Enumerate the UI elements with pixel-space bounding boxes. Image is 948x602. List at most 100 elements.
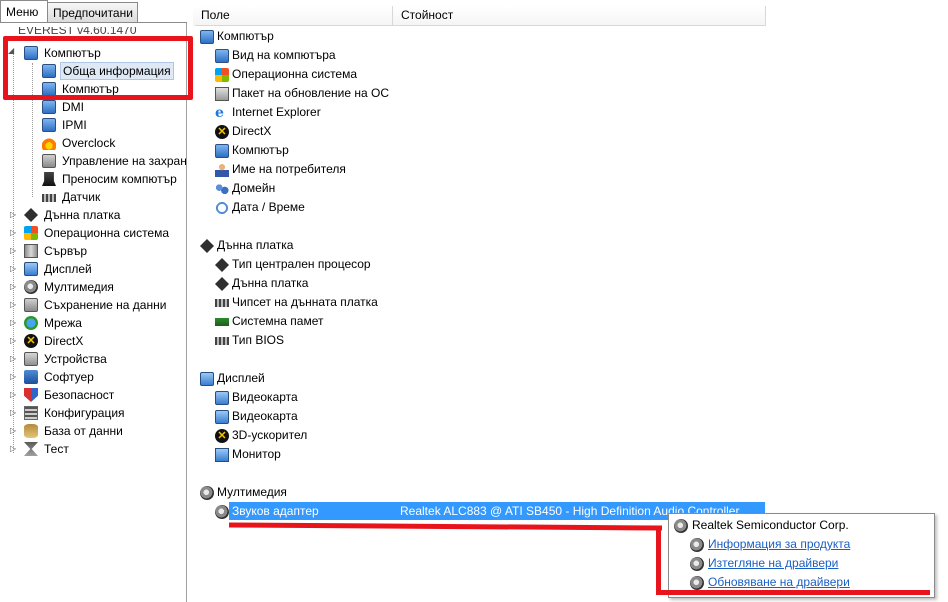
expand-arrow-icon[interactable]: ▷ — [10, 229, 16, 237]
directx-icon: ✕ — [215, 125, 229, 139]
column-header-value[interactable]: Стойност — [393, 6, 766, 26]
annotation-line — [656, 590, 930, 595]
hourglass-icon — [24, 442, 38, 456]
devices-icon — [24, 352, 38, 366]
computer-icon — [42, 100, 56, 114]
popup-title: Realtek Semiconductor Corp. — [692, 518, 849, 532]
tab-favorites[interactable]: Предпочитани — [47, 2, 138, 22]
tree-item-label: Мултимедия — [44, 280, 114, 294]
field-label: Пакет на обновление на ОС — [232, 86, 390, 100]
group-title: Мултимедия — [217, 485, 287, 499]
cpu-icon — [215, 258, 229, 272]
manufacturer-popup: Realtek Semiconductor Corp. Информация з… — [668, 513, 935, 598]
ram-icon — [215, 318, 229, 326]
expand-arrow-icon[interactable]: ▷ — [10, 337, 16, 345]
field-label: Име на потребителя — [232, 162, 346, 176]
expand-arrow-icon[interactable]: ▷ — [10, 265, 16, 273]
field-label: 3D-ускорител — [232, 428, 308, 442]
tree-item-label: Операционна система — [44, 226, 170, 240]
expand-arrow-icon[interactable]: ▷ — [10, 409, 16, 417]
update-icon — [215, 87, 229, 101]
computer-icon — [215, 49, 229, 63]
tree-item-label: Сървър — [44, 244, 87, 258]
database-icon — [24, 424, 38, 438]
tree-item-label: DirectX — [44, 334, 84, 348]
field-label: Операционна система — [232, 67, 358, 81]
tree-item-label: Преносим компютър — [62, 172, 177, 186]
tree-item-label: Дисплей — [44, 262, 92, 276]
software-icon — [24, 370, 38, 384]
field-label: DirectX — [232, 124, 272, 138]
expand-arrow-icon[interactable]: ▷ — [10, 247, 16, 255]
tree-item-label: Дънна платка — [44, 208, 121, 222]
expand-arrow-icon[interactable]: ▷ — [10, 355, 16, 363]
tree-item-label: Overclock — [62, 136, 116, 150]
expand-arrow-icon[interactable]: ▷ — [10, 301, 16, 309]
windows-icon — [215, 68, 229, 82]
tree-item-label: DMI — [62, 100, 84, 114]
multimedia-icon — [24, 280, 38, 294]
directx-icon: ✕ — [24, 334, 38, 348]
navigation-tree: EVEREST v4.60.1470 ◢ Компютър Обща инфор… — [0, 23, 187, 602]
tree-item-label: IPMI — [62, 118, 87, 132]
field-label: Монитор — [232, 447, 281, 461]
header-divider — [195, 25, 765, 26]
tree-item-label: Устройства — [44, 352, 107, 366]
directx-icon: ✕ — [215, 429, 229, 443]
tree-item-label: Мрежа — [44, 316, 82, 330]
computer-icon — [215, 144, 229, 158]
field-label: Тип централен процесор — [232, 257, 371, 271]
expand-arrow-icon[interactable]: ▷ — [10, 211, 16, 219]
chip-icon — [215, 299, 229, 307]
config-icon — [24, 406, 38, 420]
tab-menu[interactable]: Меню — [0, 0, 48, 22]
tree-item-label: Конфигурация — [44, 406, 125, 420]
field-label: Домейн — [232, 181, 276, 195]
expand-arrow-icon[interactable]: ▷ — [10, 283, 16, 291]
expand-arrow-icon[interactable]: ▷ — [10, 319, 16, 327]
field-label: Internet Explorer — [232, 105, 321, 119]
expand-arrow-icon[interactable]: ▷ — [10, 391, 16, 399]
expand-arrow-icon[interactable]: ▷ — [10, 445, 16, 453]
column-header-field[interactable]: Поле — [193, 6, 393, 26]
display-icon — [200, 372, 214, 386]
field-label: Чипсет на дънната платка — [232, 295, 378, 309]
tree-item-label: Управление на захранването — [62, 154, 187, 168]
field-label: Тип BIOS — [232, 333, 285, 347]
annotation-box — [3, 36, 193, 100]
shield-icon — [24, 388, 38, 402]
computer-icon — [42, 118, 56, 132]
power-management-icon — [42, 154, 56, 168]
display-icon — [24, 262, 38, 276]
field-label: Дънна платка — [232, 276, 309, 290]
speaker-icon — [690, 557, 704, 571]
field-label: Дата / Време — [232, 200, 305, 214]
annotation-line — [656, 526, 661, 594]
windows-icon — [24, 226, 38, 240]
tree-item-label: Софтуер — [44, 370, 94, 384]
product-info-link[interactable]: Информация за продукта — [708, 535, 850, 554]
field-label: Системна памет — [232, 314, 324, 328]
field-label: Видеокарта — [232, 390, 298, 404]
network-icon — [24, 316, 38, 330]
group-title: Дънна платка — [217, 238, 294, 252]
sensor-icon — [42, 194, 56, 202]
annotation-line — [228, 522, 663, 531]
expand-arrow-icon[interactable]: ▷ — [10, 373, 16, 381]
flame-icon — [42, 136, 56, 150]
tree-item-label: Съхранение на данни — [44, 298, 167, 312]
speaker-icon — [215, 505, 229, 519]
computer-icon — [200, 30, 214, 44]
motherboard-icon — [215, 277, 229, 291]
driver-download-link[interactable]: Изтегляне на драйвери — [708, 554, 838, 573]
display-icon — [215, 391, 229, 405]
clock-icon — [215, 201, 229, 215]
server-icon — [24, 244, 38, 258]
display-icon — [215, 410, 229, 424]
field-label: Компютър — [232, 143, 289, 157]
speaker-icon — [674, 519, 688, 533]
tree-item-label: Тест — [44, 442, 69, 456]
tree-item-label: База от данни — [44, 424, 123, 438]
expand-arrow-icon[interactable]: ▷ — [10, 427, 16, 435]
domain-icon — [215, 182, 229, 196]
